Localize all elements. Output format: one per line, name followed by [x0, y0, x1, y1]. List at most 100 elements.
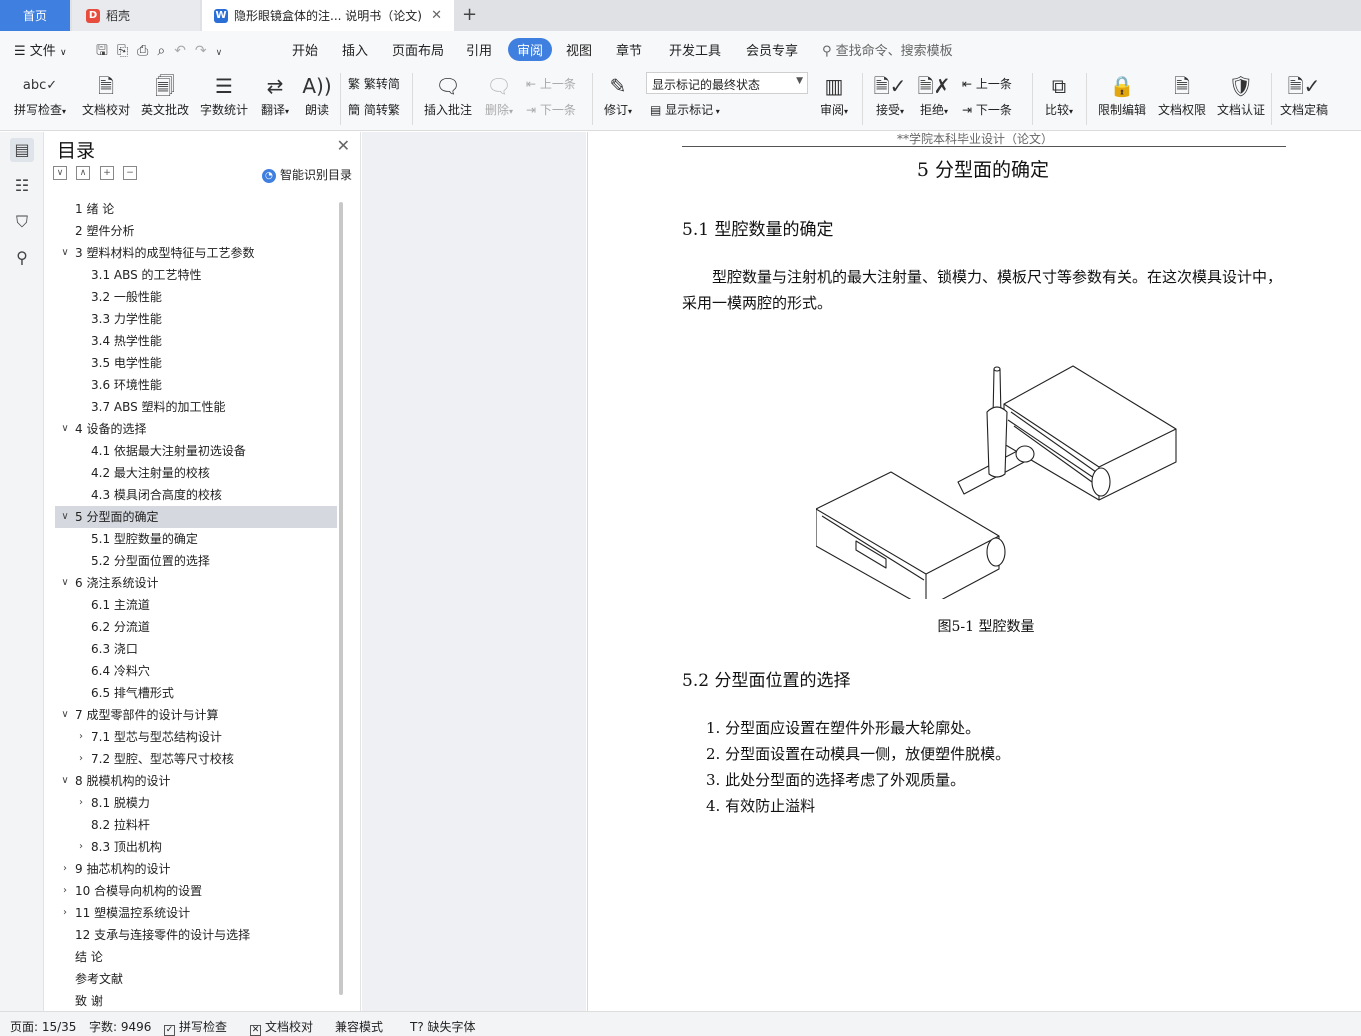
redo-icon[interactable]: ↷	[195, 43, 216, 59]
close-icon[interactable]: ✕	[337, 136, 350, 155]
chevron-down-icon[interactable]: ∨	[59, 770, 71, 792]
prev-change-button[interactable]: ⇤ 上一条	[962, 75, 1012, 92]
chevron-down-icon[interactable]: ∨	[59, 704, 71, 726]
toc-item[interactable]: 5.1 型腔数量的确定	[55, 528, 337, 550]
menu-start[interactable]: 开始	[292, 40, 318, 59]
markup-state-select[interactable]: 显示标记的最终状态 ▼	[646, 72, 808, 94]
chevron-right-icon[interactable]: ›	[75, 726, 87, 748]
restrict-editing-button[interactable]: 🔒 限制编辑	[1094, 71, 1150, 118]
toc-item[interactable]: › 7.2 型腔、型芯等尺寸校核	[55, 748, 337, 770]
toc-item[interactable]: 3.1 ABS 的工艺特性	[55, 264, 337, 286]
toc-item[interactable]: › 8.1 脱模力	[55, 792, 337, 814]
close-icon[interactable]: ✕	[431, 8, 442, 23]
menu-developer[interactable]: 开发工具	[669, 40, 721, 59]
toc-item[interactable]: 结 论	[55, 946, 337, 968]
toc-item[interactable]: 3.5 电学性能	[55, 352, 337, 374]
bookmark-icon[interactable]: ⛉	[10, 210, 34, 234]
toc-item[interactable]: › 7.1 型芯与型芯结构设计	[55, 726, 337, 748]
toc-item[interactable]: 6.2 分流道	[55, 616, 337, 638]
toc-item[interactable]: 4.2 最大注射量的校核	[55, 462, 337, 484]
toc-item[interactable]: 3.3 力学性能	[55, 308, 337, 330]
toc-item[interactable]: 2 塑件分析	[55, 220, 337, 242]
tab-home[interactable]: 首页	[0, 0, 70, 31]
file-menu[interactable]: ☰ 文件 ∨	[14, 40, 67, 59]
save-icon[interactable]: 🖫	[96, 43, 117, 59]
toc-item[interactable]: ∨ 8 脱模机构的设计	[55, 770, 337, 792]
toc-item[interactable]: 致 谢	[55, 990, 337, 1010]
status-spellcheck[interactable]: ✓ 拼写检查	[164, 1018, 227, 1036]
next-change-button[interactable]: ⇥ 下一条	[962, 101, 1012, 118]
toc-item[interactable]: 3.2 一般性能	[55, 286, 337, 308]
command-search[interactable]: ⚲ 查找命令、搜索模板	[822, 40, 953, 59]
toc-item[interactable]: 6.1 主流道	[55, 594, 337, 616]
toc-item[interactable]: 4.1 依据最大注射量初选设备	[55, 440, 337, 462]
menu-references[interactable]: 引用	[466, 40, 492, 59]
toc-item[interactable]: ∨ 7 成型零部件的设计与计算	[55, 704, 337, 726]
status-proof[interactable]: ✕ 文档校对	[250, 1018, 313, 1036]
toc-item[interactable]: 12 支承与连接零件的设计与选择	[55, 924, 337, 946]
menu-member[interactable]: 会员专享	[746, 40, 798, 59]
document-page[interactable]: **学院本科毕业设计（论文） 5 分型面的确定 5.1 型腔数量的确定 型腔数量…	[587, 132, 1361, 1011]
menu-page-layout[interactable]: 页面布局	[392, 40, 444, 59]
compare-button[interactable]: ⧉ 比较▾	[1038, 71, 1080, 118]
page-indicator[interactable]: 页面: 15/35	[10, 1018, 76, 1035]
chevron-right-icon[interactable]: ›	[75, 748, 87, 770]
chevron-right-icon[interactable]: ›	[59, 858, 71, 880]
toc-item[interactable]: 3.7 ABS 塑料的加工性能	[55, 396, 337, 418]
toc-item[interactable]: › 10 合模导向机构的设置	[55, 880, 337, 902]
toc-item[interactable]: 参考文献	[55, 968, 337, 990]
doc-proof-button[interactable]: 🗎 文档校对	[80, 71, 132, 118]
word-count-indicator[interactable]: 字数: 9496	[89, 1018, 151, 1035]
toc-item[interactable]: 5.2 分型面位置的选择	[55, 550, 337, 572]
toc-item[interactable]: ∨ 5 分型面的确定	[55, 506, 337, 528]
spellcheck-button[interactable]: abc✓ 拼写检查▾	[10, 71, 70, 118]
chevron-right-icon[interactable]: ›	[59, 902, 71, 924]
chevron-right-icon[interactable]: ›	[75, 792, 87, 814]
track-changes-button[interactable]: ✎ 修订▾	[598, 71, 638, 118]
undo-icon[interactable]: ↶	[174, 43, 195, 59]
smart-toc-button[interactable]: ◔ 智能识别目录	[261, 166, 352, 183]
chevron-down-icon[interactable]: ∨	[59, 242, 71, 264]
delete-comment-button[interactable]: 🗨 删除▾	[480, 71, 518, 118]
expand-up-icon[interactable]: ∧	[76, 166, 90, 180]
toc-item[interactable]: › 11 塑模温控系统设计	[55, 902, 337, 924]
next-comment-button[interactable]: ⇥ 下一条	[526, 101, 576, 118]
print-icon[interactable]: ⎙	[137, 43, 157, 59]
tab-daoke[interactable]: D 稻壳	[72, 0, 200, 31]
chevron-down-icon[interactable]: ∨	[59, 418, 71, 440]
toc-item[interactable]: ∨ 6 浇注系统设计	[55, 572, 337, 594]
doc-permission-button[interactable]: 🗎 文档权限	[1154, 71, 1210, 118]
toc-item[interactable]: 6.3 浇口	[55, 638, 337, 660]
review-pane-button[interactable]: ▥ 审阅▾	[814, 71, 854, 118]
new-tab-icon[interactable]: +	[462, 4, 477, 25]
menu-insert[interactable]: 插入	[342, 40, 368, 59]
toc-item[interactable]: 3.6 环境性能	[55, 374, 337, 396]
search-icon[interactable]: ⚲	[10, 246, 34, 270]
prev-comment-button[interactable]: ⇤ 上一条	[526, 75, 576, 92]
remove-heading-icon[interactable]: −	[123, 166, 137, 180]
collapse-all-icon[interactable]: ∨	[53, 166, 67, 180]
menu-review[interactable]: 审阅	[508, 38, 553, 61]
outline-icon[interactable]: ☷	[10, 174, 34, 198]
toc-item[interactable]: 6.4 冷料穴	[55, 660, 337, 682]
accept-button[interactable]: 🗎✓ 接受▾	[870, 71, 910, 118]
toc-item[interactable]: 6.5 排气槽形式	[55, 682, 337, 704]
toc-item[interactable]: 8.2 拉料杆	[55, 814, 337, 836]
quick-access-toolbar[interactable]: 🖫⎘⎙⌕↶↷∨	[96, 40, 231, 64]
insert-comment-button[interactable]: 🗨 插入批注	[420, 71, 476, 118]
to-simplified-button[interactable]: 簡 简转繁	[348, 101, 400, 118]
reject-button[interactable]: 🗎✗ 拒绝▾	[914, 71, 954, 118]
menu-view[interactable]: 视图	[566, 40, 592, 59]
toc-item[interactable]: › 9 抽芯机构的设计	[55, 858, 337, 880]
chevron-right-icon[interactable]: ›	[59, 880, 71, 902]
compat-mode[interactable]: 兼容模式	[335, 1018, 383, 1035]
doc-certify-button[interactable]: 🛡 文档认证	[1213, 71, 1269, 118]
toc-icon[interactable]: ▤	[10, 138, 34, 162]
english-review-button[interactable]: 🗐 英文批改	[139, 71, 191, 118]
show-markup-button[interactable]: ▤ 显示标记 ▾	[650, 101, 720, 118]
toc-scrollbar[interactable]	[339, 202, 343, 995]
toc-item[interactable]: 1 绪 论	[55, 198, 337, 220]
toc-item[interactable]: ∨ 3 塑料材料的成型特征与工艺参数	[55, 242, 337, 264]
print-preview-icon[interactable]: ⌕	[157, 43, 174, 59]
tab-document[interactable]: W 隐形眼镜盒体的注... 说明书（论文) ✕	[202, 0, 454, 31]
